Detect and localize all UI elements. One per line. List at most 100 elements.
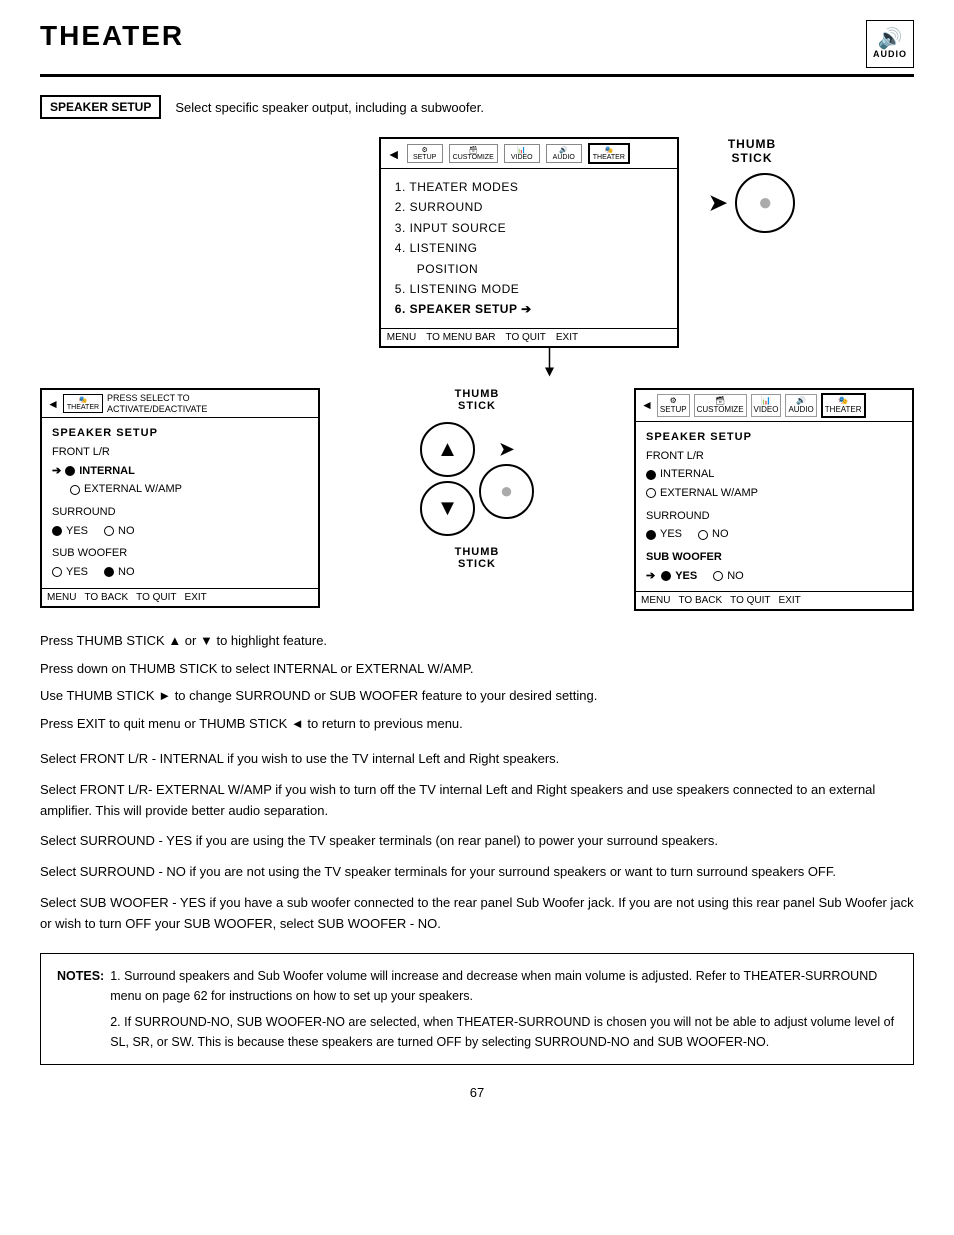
- top-screen: ◄ ⚙SETUP 🗃CUSTOMIZE 📊VIDEO 🔊AUDIO 🎭THEAT…: [379, 137, 679, 348]
- br-footer-quit: TO QUIT: [730, 595, 770, 606]
- thumbstick-label: THUMBSTICK: [728, 137, 776, 165]
- audio-icon-box: 🔊 AUDIO: [866, 20, 914, 68]
- setup-intro: SPEAKER SETUP Select specific speaker ou…: [40, 95, 914, 119]
- thumbstick-pair: ▲ ▼ ➤ ●: [420, 422, 534, 536]
- toolbar-audio: 🔊AUDIO: [546, 144, 582, 163]
- radio-internal-filled: [65, 466, 75, 476]
- menu-item-5: 5. LISTENING MODE: [395, 279, 663, 299]
- notes-first-line: NOTES: 1. Surround speakers and Sub Woof…: [57, 966, 897, 1052]
- para-3: Select SURROUND - YES if you are using t…: [40, 831, 914, 852]
- instructions: Press THUMB STICK ▲ or ▼ to highlight fe…: [40, 629, 914, 735]
- top-thumbstick: THUMBSTICK ➤ ●: [709, 137, 795, 233]
- top-screen-toolbar: ◄ ⚙SETUP 🗃CUSTOMIZE 📊VIDEO 🔊AUDIO 🎭THEAT…: [381, 139, 677, 169]
- bl-speaker-setup-title: SPEAKER SETUP: [52, 424, 308, 443]
- para-3-text: Select SURROUND - YES if you are using t…: [40, 831, 914, 852]
- bl-option-internal: ➔ INTERNAL: [52, 462, 308, 481]
- thumb-label-left: THUMBSTICK: [455, 388, 500, 412]
- para-4: Select SURROUND - NO if you are not usin…: [40, 862, 914, 883]
- speaker-icon: 🔊: [878, 29, 903, 49]
- toolbar-customize: 🗃CUSTOMIZE: [449, 144, 498, 163]
- radio-br-sub-no: [713, 571, 723, 581]
- bottom-screens: ◄ 🎭THEATER PRESS SELECT TOACTIVATE/DEACT…: [40, 388, 914, 612]
- top-screen-menu: 1. THEATER MODES 2. SURROUND 3. INPUT SO…: [381, 169, 677, 328]
- bl-press-select: PRESS SELECT TOACTIVATE/DEACTIVATE: [107, 393, 207, 415]
- bottom-right-toolbar: ◄ ⚙SETUP 🗃CUSTOMIZE 📊VIDEO 🔊AUDIO 🎭THEAT…: [636, 390, 912, 422]
- radio-br-internal: [646, 470, 656, 480]
- para-1: Select FRONT L/R - INTERNAL if you wish …: [40, 749, 914, 770]
- br-front-lr-label: FRONT L/R: [646, 447, 902, 466]
- bl-subwoofer-options: YES NO: [52, 563, 308, 582]
- thumbstick-right-group: ➤ ●: [479, 439, 534, 519]
- thumbstick-circle: ●: [735, 173, 795, 233]
- br-arrow: ◄: [641, 398, 653, 412]
- radio-external-empty: [70, 485, 80, 495]
- bottom-left-toolbar: ◄ 🎭THEATER PRESS SELECT TOACTIVATE/DEACT…: [42, 390, 318, 419]
- footer-exit: EXIT: [556, 332, 578, 343]
- bl-footer-back: TO BACK: [84, 592, 128, 603]
- menu-item-4: 4. LISTENING: [395, 238, 663, 258]
- bl-surround-label: SURROUND: [52, 503, 308, 522]
- bl-footer-quit: TO QUIT: [136, 592, 176, 603]
- br-surround-options: YES NO: [646, 525, 902, 544]
- br-footer-menu: MENU: [641, 595, 670, 606]
- radio-br-external: [646, 488, 656, 498]
- bl-option-external: EXTERNAL W/AMP: [52, 480, 308, 499]
- bl-footer-menu: MENU: [47, 592, 76, 603]
- notes-items: 1. Surround speakers and Sub Woofer volu…: [110, 966, 897, 1052]
- menu-item-4b: POSITION: [395, 259, 663, 279]
- br-surround-label: SURROUND: [646, 507, 902, 526]
- footer-quit: TO QUIT: [506, 332, 546, 343]
- bottom-right-footer: MENU TO BACK TO QUIT EXIT: [636, 591, 912, 609]
- bl-front-lr-label: FRONT L/R: [52, 443, 308, 462]
- thumb-label-right: THUMBSTICK: [455, 546, 500, 570]
- para-5-text: Select SUB WOOFER - YES if you have a su…: [40, 893, 914, 935]
- footer-menu: MENU: [387, 332, 416, 343]
- page-num-text: 67: [470, 1085, 484, 1100]
- menu-item-2: 2. SURROUND: [395, 197, 663, 217]
- radio-sub-yes: [52, 567, 62, 577]
- br-setup: ⚙SETUP: [657, 394, 690, 417]
- para-2-text: Select FRONT L/R- EXTERNAL W/AMP if you …: [40, 780, 914, 822]
- note-item-1: 1. Surround speakers and Sub Woofer volu…: [110, 966, 897, 1006]
- top-screen-row: ◄ ⚙SETUP 🗃CUSTOMIZE 📊VIDEO 🔊AUDIO 🎭THEAT…: [40, 137, 914, 348]
- page-title: THEATER: [40, 20, 184, 52]
- middle-thumbsticks: THUMBSTICK ▲ ▼ ➤ ● THUMBSTICK: [410, 388, 544, 570]
- radio-surround-no: [104, 526, 114, 536]
- bottom-right-content: SPEAKER SETUP FRONT L/R INTERNAL EXTERNA…: [636, 422, 912, 592]
- thumbstick-left-group: ▲ ▼: [420, 422, 475, 536]
- bl-arrow: ◄: [47, 397, 59, 411]
- audio-label: AUDIO: [873, 49, 907, 59]
- page-number: 67: [40, 1085, 914, 1100]
- br-subwoofer-options: ➔ YES NO: [646, 567, 902, 586]
- instruction-1: Press THUMB STICK ▲ or ▼ to highlight fe…: [40, 629, 914, 652]
- toolbar-back-arrow: ◄: [387, 146, 401, 162]
- toolbar-video: 📊VIDEO: [504, 144, 540, 163]
- br-footer-exit: EXIT: [779, 595, 801, 606]
- br-audio: 🔊AUDIO: [785, 394, 816, 417]
- circle-sm: ●: [500, 478, 513, 504]
- notes-box: NOTES: 1. Surround speakers and Sub Woof…: [40, 953, 914, 1065]
- radio-br-sur-yes: [646, 530, 656, 540]
- right-arrow-indicator: ➤: [709, 190, 727, 216]
- br-speaker-setup-title: SPEAKER SETUP: [646, 428, 902, 447]
- br-subwoofer-label: SUB WOOFER: [646, 548, 902, 567]
- radio-sub-no: [104, 567, 114, 577]
- para-4-text: Select SURROUND - NO if you are not usin…: [40, 862, 914, 883]
- br-video: 📊VIDEO: [751, 394, 782, 417]
- footer-menu-bar: TO MENU BAR: [426, 332, 495, 343]
- bottom-left-content: SPEAKER SETUP FRONT L/R ➔ INTERNAL EXTER…: [42, 418, 318, 588]
- connector-svg: [487, 348, 687, 378]
- bl-subwoofer-label: SUB WOOFER: [52, 544, 308, 563]
- para-2: Select FRONT L/R- EXTERNAL W/AMP if you …: [40, 780, 914, 822]
- circle-inner: ●: [758, 189, 773, 217]
- thumbstick-right-circle: ●: [479, 464, 534, 519]
- bl-theater-icon: 🎭THEATER: [63, 394, 103, 413]
- instruction-2: Press down on THUMB STICK to select INTE…: [40, 657, 914, 680]
- speaker-setup-label: SPEAKER SETUP: [40, 95, 161, 119]
- setup-intro-text: Select specific speaker output, includin…: [175, 100, 484, 115]
- radio-br-sur-no: [698, 530, 708, 540]
- radio-br-sub-yes: [661, 571, 671, 581]
- br-option-internal: INTERNAL: [646, 465, 902, 484]
- notes-title: NOTES:: [57, 966, 104, 1052]
- toolbar-setup: ⚙SETUP: [407, 144, 443, 163]
